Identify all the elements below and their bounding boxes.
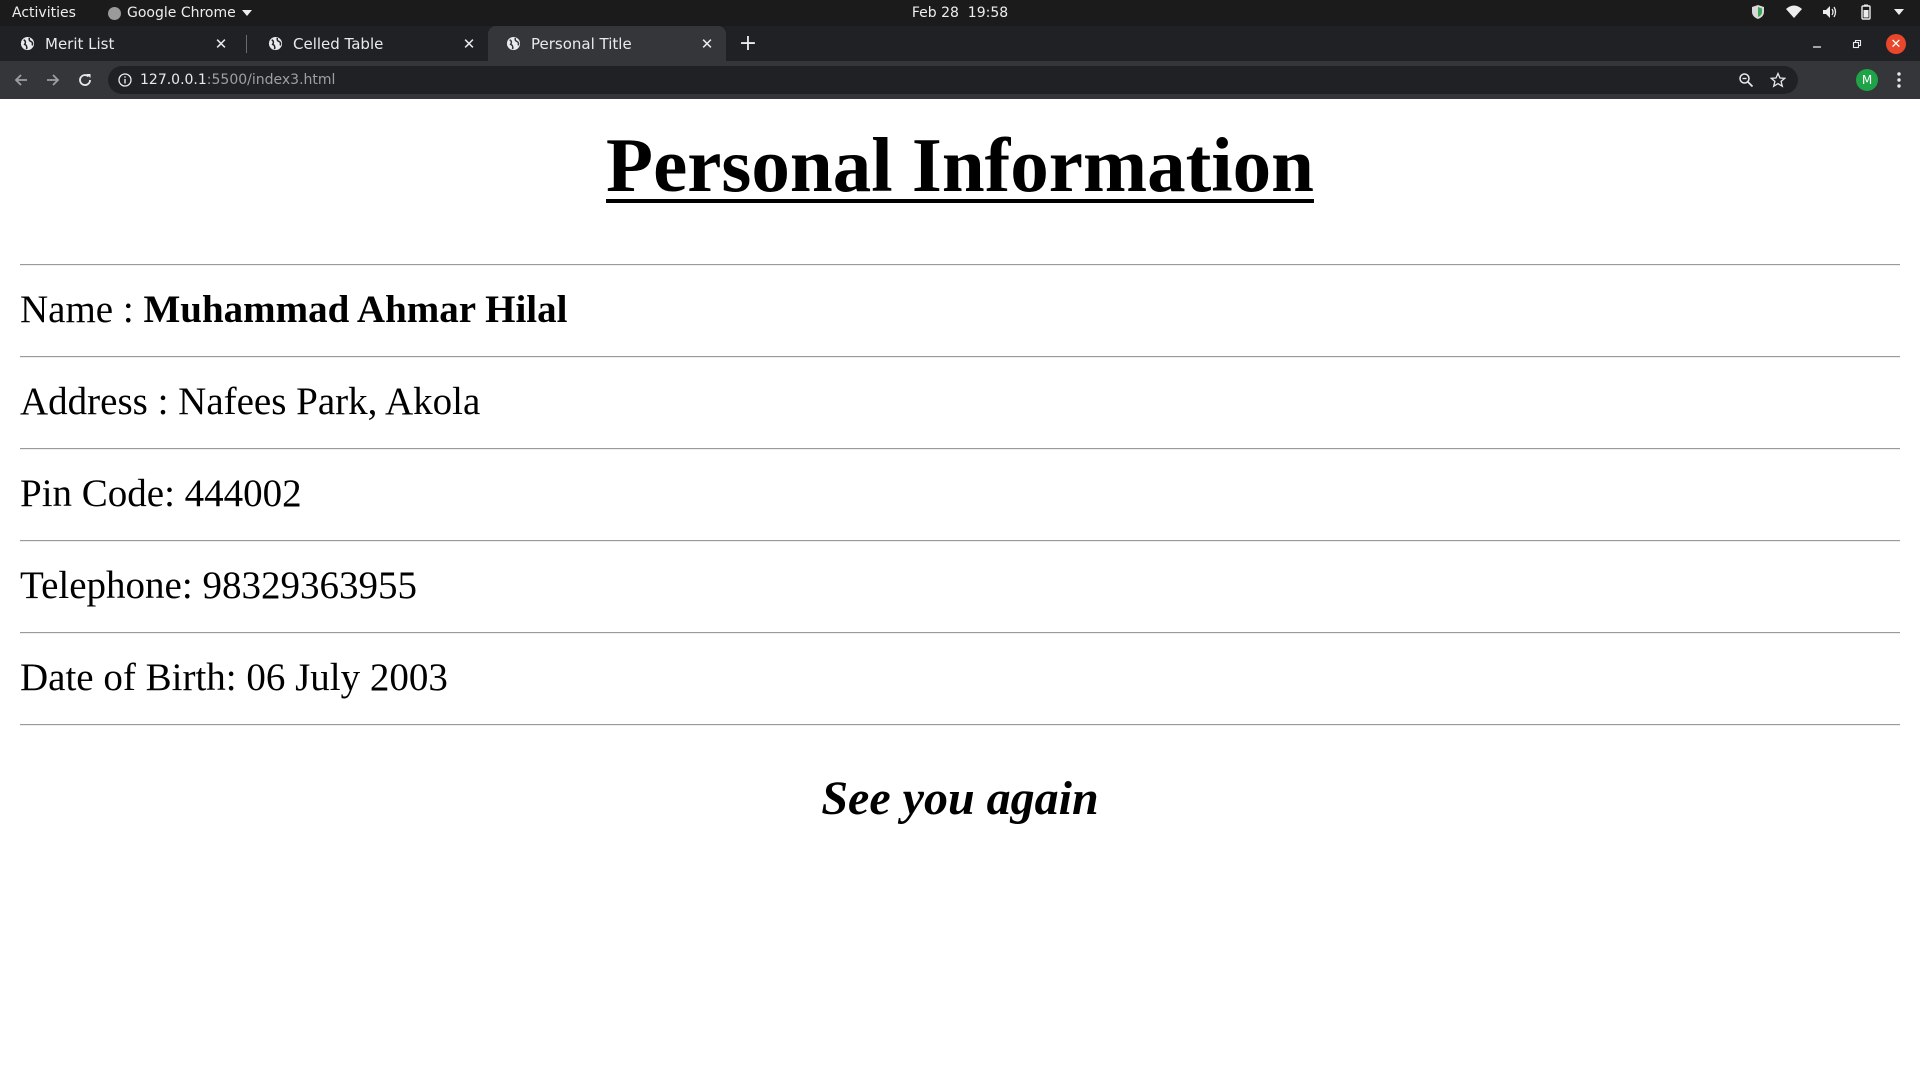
new-tab-button[interactable]: + bbox=[736, 26, 760, 61]
activities-button[interactable]: Activities bbox=[12, 5, 76, 21]
reload-button[interactable] bbox=[74, 69, 96, 91]
restore-button[interactable] bbox=[1848, 26, 1866, 61]
close-icon[interactable]: ✕ bbox=[210, 35, 232, 53]
name-label: Name : bbox=[20, 288, 144, 331]
system-menu-caret-icon[interactable] bbox=[1894, 9, 1904, 15]
address-row: Address : Nafees Park, Akola bbox=[20, 380, 481, 423]
arrow-left-icon bbox=[14, 74, 27, 86]
back-button[interactable] bbox=[10, 69, 32, 91]
system-top-bar: Activities Google Chrome Feb 28 19:58 bbox=[0, 0, 1920, 26]
volume-icon[interactable] bbox=[1822, 4, 1838, 20]
divider bbox=[20, 724, 1900, 726]
arrow-right-icon bbox=[47, 74, 60, 86]
farewell-text: See you again bbox=[821, 772, 1099, 825]
clock-date[interactable]: Feb 28 bbox=[912, 5, 959, 21]
forward-button[interactable] bbox=[42, 69, 64, 91]
tab-divider bbox=[246, 35, 247, 53]
divider bbox=[20, 448, 1900, 450]
more-menu-icon[interactable] bbox=[1892, 70, 1906, 90]
telephone-row: Telephone: 98329363955 bbox=[20, 564, 417, 607]
tab-personal-title[interactable]: Personal Title ✕ bbox=[488, 26, 726, 61]
minimize-icon bbox=[1813, 45, 1821, 48]
pin-code-row: Pin Code: 444002 bbox=[20, 472, 302, 515]
bookmark-star-icon[interactable] bbox=[1770, 72, 1786, 88]
tab-strip: Merit List ✕ Celled Table ✕ Personal Tit… bbox=[0, 26, 1920, 61]
close-icon: ✕ bbox=[1890, 36, 1902, 52]
chrome-app-icon bbox=[108, 6, 121, 20]
tab-celled-table[interactable]: Celled Table ✕ bbox=[250, 26, 488, 61]
caret-down-icon bbox=[241, 10, 252, 16]
wifi-icon[interactable] bbox=[1786, 4, 1802, 20]
system-tray[interactable] bbox=[1750, 4, 1904, 20]
close-icon[interactable]: ✕ bbox=[696, 35, 718, 53]
restore-icon bbox=[1852, 39, 1862, 48]
address-bar[interactable]: 127.0.0.1:5500/index3.html bbox=[108, 66, 1798, 94]
battery-icon[interactable] bbox=[1858, 4, 1874, 20]
globe-icon bbox=[506, 36, 521, 51]
name-value: Muhammad Ahmar Hilal bbox=[143, 288, 568, 331]
url-path: :5500/index3.html bbox=[206, 72, 336, 88]
tab-title: Personal Title bbox=[531, 34, 632, 53]
browser-toolbar: 127.0.0.1:5500/index3.html M bbox=[0, 61, 1920, 99]
divider bbox=[20, 632, 1900, 634]
globe-icon bbox=[268, 36, 283, 51]
close-icon[interactable]: ✕ bbox=[458, 35, 480, 53]
page-content: Personal Information Name : Muhammad Ahm… bbox=[0, 99, 1920, 1080]
shield-icon[interactable] bbox=[1750, 4, 1766, 20]
window-close-button[interactable]: ✕ bbox=[1886, 34, 1906, 54]
zoom-icon[interactable] bbox=[1738, 72, 1754, 88]
page-heading: Personal Information bbox=[606, 122, 1314, 208]
minimize-button[interactable] bbox=[1808, 26, 1826, 61]
clock-time[interactable]: 19:58 bbox=[968, 5, 1008, 21]
dob-row: Date of Birth: 06 July 2003 bbox=[20, 656, 448, 699]
divider bbox=[20, 356, 1900, 358]
name-row: Name : Muhammad Ahmar Hilal bbox=[20, 287, 567, 332]
reload-icon bbox=[79, 74, 91, 86]
profile-avatar[interactable]: M bbox=[1856, 69, 1878, 91]
url-host: 127.0.0.1 bbox=[140, 72, 207, 88]
globe-icon bbox=[20, 36, 35, 51]
divider bbox=[20, 264, 1900, 266]
clock: Feb 28 19:58 bbox=[0, 5, 1920, 21]
tab-merit-list[interactable]: Merit List ✕ bbox=[2, 26, 240, 61]
tab-title: Celled Table bbox=[293, 34, 384, 53]
app-menu-label: Google Chrome bbox=[127, 5, 236, 21]
tab-title: Merit List bbox=[45, 34, 115, 53]
divider bbox=[20, 540, 1900, 542]
info-icon[interactable] bbox=[118, 73, 132, 87]
app-menu[interactable]: Google Chrome bbox=[108, 5, 252, 21]
